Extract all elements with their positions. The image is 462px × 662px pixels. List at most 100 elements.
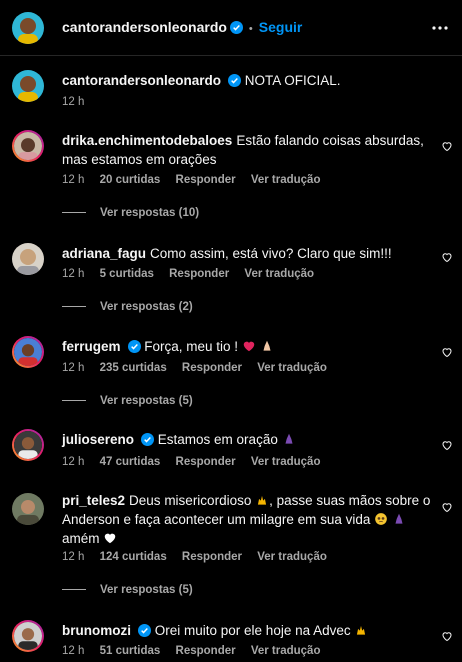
comment-body: Estamos em oração bbox=[157, 432, 278, 447]
comment-body: Deus misericordioso bbox=[129, 493, 252, 508]
comment-username[interactable]: brunomozi bbox=[62, 623, 131, 638]
avatar[interactable] bbox=[12, 493, 44, 525]
verified-badge-icon bbox=[228, 74, 242, 87]
replies-dash bbox=[62, 306, 86, 308]
comment-username[interactable]: ferrugem bbox=[62, 339, 121, 354]
likes-count[interactable]: 235 curtidas bbox=[100, 362, 167, 374]
like-heart-icon[interactable] bbox=[441, 501, 453, 513]
praying-hands-emoji bbox=[263, 340, 271, 351]
comment-body: Força, meu tio ! bbox=[144, 339, 239, 354]
likes-count[interactable]: 51 curtidas bbox=[100, 645, 161, 657]
praying-hands-emoji bbox=[395, 513, 403, 524]
replies-dash bbox=[62, 400, 86, 402]
like-heart-icon[interactable] bbox=[441, 630, 453, 642]
view-replies-button[interactable]: Ver respostas (5) bbox=[62, 395, 193, 407]
raised-hands-emoji bbox=[357, 625, 366, 635]
replies-dash bbox=[62, 589, 86, 591]
reply-button[interactable]: Responder bbox=[176, 645, 236, 657]
caption-body: NOTA OFICIAL. bbox=[244, 73, 341, 88]
profile-photo bbox=[12, 243, 44, 275]
see-translation-button[interactable]: Ver tradução bbox=[244, 268, 314, 280]
profile-photo bbox=[12, 70, 44, 102]
comment-meta: 12 h 235 curtidas Responder Ver tradução bbox=[62, 362, 339, 374]
comment-meta: 12 h 47 curtidas Responder Ver tradução bbox=[62, 456, 332, 468]
comment-username[interactable]: drika.enchimentodebaloes bbox=[62, 133, 232, 148]
comment-username[interactable]: adriana_fagu bbox=[62, 246, 146, 261]
likes-count[interactable]: 20 curtidas bbox=[100, 174, 161, 186]
comment-text: ferrugem Força, meu tio ! bbox=[62, 337, 432, 356]
caption-username[interactable]: cantorandersonleonardo bbox=[62, 73, 221, 88]
pleading-face-emoji bbox=[375, 513, 388, 525]
view-replies-label: Ver respostas (5) bbox=[100, 395, 193, 407]
comment-text: drika.enchimentodebaloes Estão falando co… bbox=[62, 131, 432, 169]
verified-badge-icon bbox=[138, 624, 151, 637]
comment-body-end: amém bbox=[62, 531, 100, 546]
reply-button[interactable]: Responder bbox=[182, 551, 242, 563]
timestamp: 12 h bbox=[62, 645, 85, 657]
profile-photo bbox=[14, 338, 42, 366]
verified-badge-icon bbox=[141, 433, 155, 446]
likes-count[interactable]: 47 curtidas bbox=[100, 456, 161, 468]
see-translation-button[interactable]: Ver tradução bbox=[251, 456, 321, 468]
comment-meta: 12 h 124 curtidas Responder Ver tradução bbox=[62, 551, 339, 563]
comment-username[interactable]: pri_teles2 bbox=[62, 493, 125, 508]
see-translation-button[interactable]: Ver tradução bbox=[257, 362, 327, 374]
timestamp: 12 h bbox=[62, 362, 85, 374]
view-replies-button[interactable]: Ver respostas (2) bbox=[62, 301, 193, 313]
verified-badge-icon bbox=[127, 340, 141, 353]
profile-photo bbox=[14, 431, 42, 459]
timestamp: 12 h bbox=[62, 456, 85, 468]
avatar[interactable] bbox=[12, 429, 44, 461]
profile-photo bbox=[14, 132, 42, 160]
avatar[interactable] bbox=[12, 336, 44, 368]
like-heart-icon[interactable] bbox=[441, 251, 453, 263]
view-replies-button[interactable]: Ver respostas (5) bbox=[62, 584, 193, 596]
comment-body: Orei muito por ele hoje na Advec bbox=[154, 623, 351, 638]
timestamp: 12 h bbox=[62, 174, 85, 186]
comment-username[interactable]: juliosereno bbox=[62, 432, 134, 447]
reply-button[interactable]: Responder bbox=[176, 456, 236, 468]
comment-meta: 12 h 20 curtidas Responder Ver tradução bbox=[62, 174, 332, 186]
see-translation-button[interactable]: Ver tradução bbox=[257, 551, 327, 563]
view-replies-label: Ver respostas (10) bbox=[100, 207, 200, 219]
profile-photo bbox=[12, 493, 44, 525]
praying-hands-emoji bbox=[285, 433, 293, 444]
reply-button[interactable]: Responder bbox=[169, 268, 229, 280]
see-translation-button[interactable]: Ver tradução bbox=[251, 174, 321, 186]
view-replies-button[interactable]: Ver respostas (10) bbox=[62, 207, 199, 219]
profile-photo bbox=[14, 622, 42, 650]
follow-button[interactable]: Seguir bbox=[259, 19, 303, 35]
comment-meta: 12 h 51 curtidas Responder Ver tradução bbox=[62, 645, 332, 657]
likes-count[interactable]: 5 curtidas bbox=[100, 268, 154, 280]
white-heart-emoji bbox=[105, 533, 116, 544]
reply-button[interactable]: Responder bbox=[176, 174, 236, 186]
avatar[interactable] bbox=[12, 620, 44, 652]
separator-dot: • bbox=[248, 23, 253, 35]
avatar[interactable] bbox=[12, 70, 44, 102]
timestamp: 12 h bbox=[62, 96, 85, 108]
like-heart-icon[interactable] bbox=[441, 439, 453, 451]
replies-dash bbox=[62, 212, 86, 214]
like-heart-icon[interactable] bbox=[441, 346, 453, 358]
timestamp: 12 h bbox=[62, 268, 85, 280]
like-heart-icon[interactable] bbox=[441, 140, 453, 152]
avatar[interactable] bbox=[12, 12, 44, 44]
profile-photo bbox=[12, 12, 44, 44]
avatar[interactable] bbox=[12, 243, 44, 275]
avatar[interactable] bbox=[12, 130, 44, 162]
view-replies-label: Ver respostas (2) bbox=[100, 301, 193, 313]
caption-text: cantorandersonleonardo NOTA OFICIAL. bbox=[62, 71, 432, 90]
comment-text: brunomozi Orei muito por ele hoje na Adv… bbox=[62, 621, 432, 640]
red-heart-emoji bbox=[243, 341, 255, 352]
timestamp: 12 h bbox=[62, 551, 85, 563]
post-header: cantorandersonleonardo • Seguir bbox=[0, 0, 462, 56]
header-line: cantorandersonleonardo • Seguir bbox=[62, 19, 302, 35]
view-replies-label: Ver respostas (5) bbox=[100, 584, 193, 596]
reply-button[interactable]: Responder bbox=[182, 362, 242, 374]
verified-badge-icon bbox=[229, 21, 243, 34]
caption-meta: 12 h bbox=[62, 96, 96, 108]
see-translation-button[interactable]: Ver tradução bbox=[251, 645, 321, 657]
header-username[interactable]: cantorandersonleonardo bbox=[62, 19, 227, 35]
likes-count[interactable]: 124 curtidas bbox=[100, 551, 167, 563]
more-options-icon[interactable] bbox=[432, 20, 448, 36]
